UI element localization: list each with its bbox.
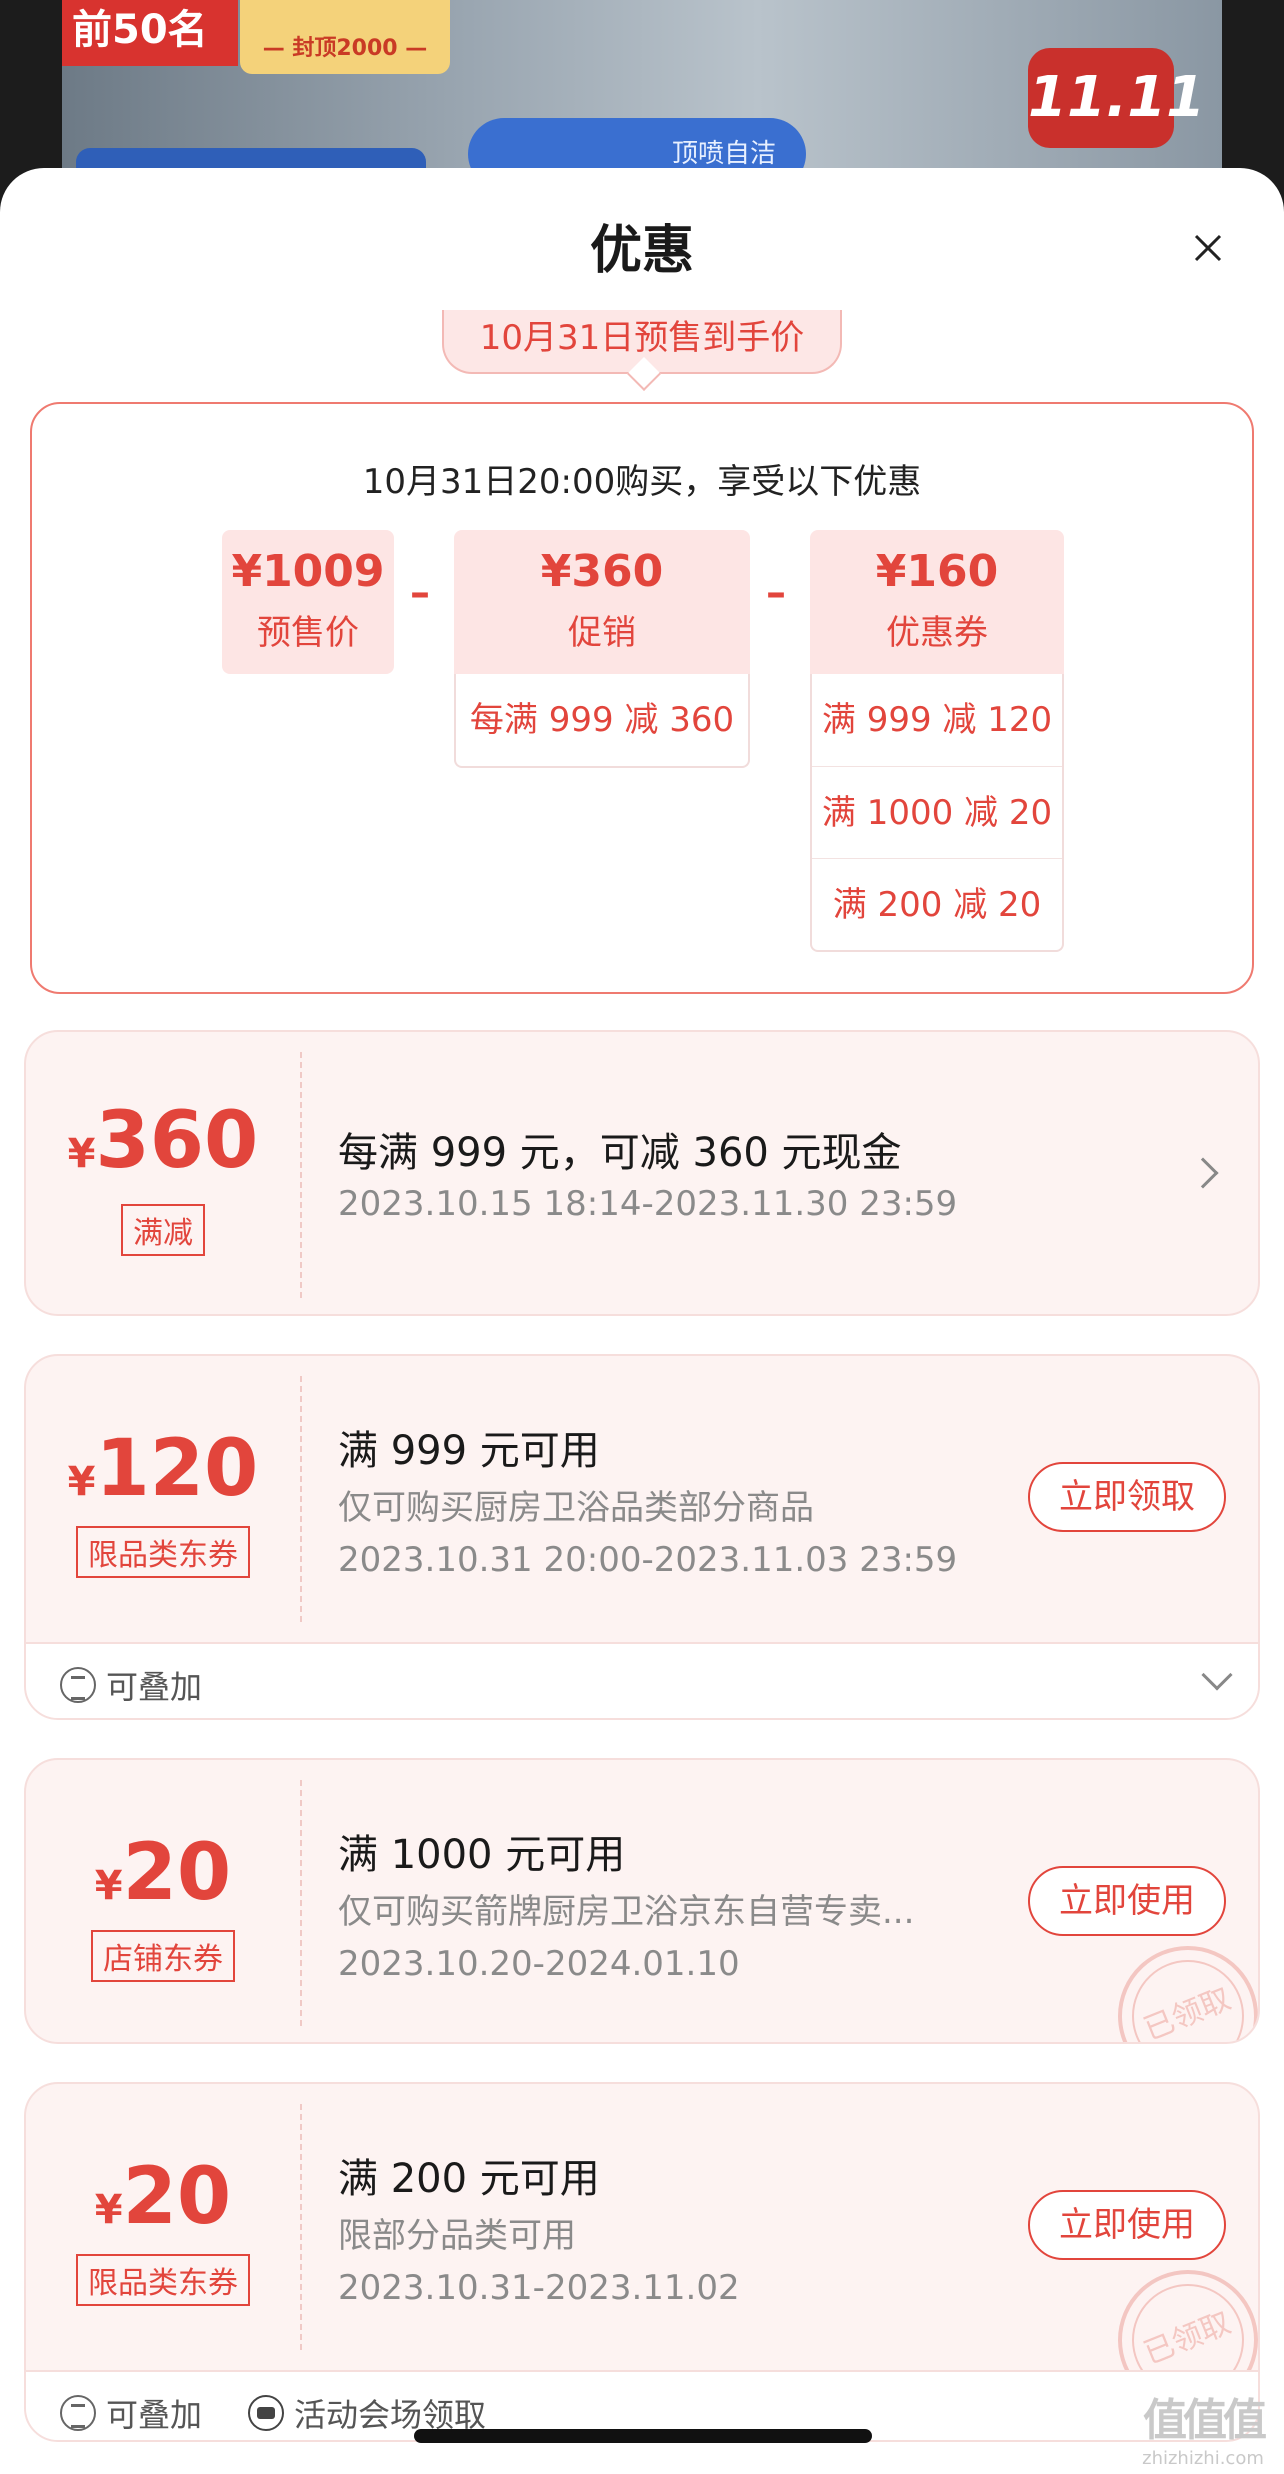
coupon-type-tag: 满减	[121, 1204, 205, 1256]
use-button[interactable]: 立即使用	[1028, 1866, 1226, 1936]
presale-coupon-chip: ¥160 优惠券	[810, 530, 1064, 674]
coupon-rule: 满 999 减 120	[821, 700, 1053, 740]
coupon-card: ¥20 限品类东券 满 200 元可用 限部分品类可用 2023.10.31-2…	[24, 2082, 1260, 2442]
claim-button[interactable]: 立即领取	[1028, 1462, 1226, 1532]
claimed-stamp: 已领取	[1096, 1924, 1258, 2042]
coupon-amount: ¥20	[26, 1828, 300, 1918]
presale-promo-label: 促销	[568, 613, 636, 653]
coupon-rule: 满 1000 减 20	[812, 766, 1062, 858]
presale-base-amount: ¥1009	[231, 546, 385, 597]
presale-promo-chip: ¥360 促销	[454, 530, 750, 674]
coupon-divider	[300, 1052, 302, 1298]
coupon-type-tag: 限品类东券	[76, 1526, 250, 1578]
coupon-scope: 仅可购买箭牌厨房卫浴京东自营专卖...	[338, 1892, 915, 1932]
coupon-divider	[300, 2104, 302, 2350]
presale-promo-amount: ¥360	[540, 546, 664, 597]
coupon-title: 满 200 元可用	[338, 2156, 600, 2202]
coupon-card: ¥120 限品类东券 满 999 元可用 仅可购买厨房卫浴品类部分商品 2023…	[24, 1354, 1260, 1720]
stackable-label: 可叠加	[60, 1662, 202, 1708]
coupon-scope: 仅可购买厨房卫浴品类部分商品	[338, 1488, 814, 1528]
presale-price-breakdown: 10月31日20:00购买，享受以下优惠 ¥1009 预售价 – ¥360 促销…	[30, 402, 1254, 994]
stackable-text: 可叠加	[106, 2396, 203, 2434]
currency-symbol: ¥	[67, 1459, 96, 1505]
coupon-footer: 可叠加	[26, 1642, 1258, 1718]
coupon-amount: ¥120	[26, 1424, 300, 1514]
coupon-card: ¥20 店铺东券 满 1000 元可用 仅可购买箭牌厨房卫浴京东自营专卖... …	[24, 1758, 1260, 2044]
home-indicator[interactable]	[414, 2429, 872, 2443]
coupon-type-tag: 店铺东券	[91, 1930, 235, 1982]
coupon-value: 120	[95, 1424, 259, 1514]
coupon-divider	[300, 1376, 302, 1622]
rank-tag: 前50名	[62, 0, 238, 66]
coupon-rule: 满 200 减 20	[812, 858, 1062, 950]
coupon-validity: 2023.10.15 18:14-2023.11.30 23:59	[338, 1184, 958, 1224]
coupon-validity: 2023.10.31-2023.11.02	[338, 2268, 740, 2308]
coupon-validity: 2023.10.20-2024.01.10	[338, 1944, 740, 1984]
minus-operator: –	[410, 570, 430, 616]
ticket-icon	[248, 2395, 284, 2431]
site-watermark: 值值值 zhizhizhi.com	[1128, 2384, 1278, 2469]
coupon-scope: 限部分品类可用	[338, 2216, 576, 2256]
coupon-value: 360	[95, 1096, 259, 1186]
coupon-value: 20	[122, 2152, 232, 2242]
promo-rule: 每满 999 减 360	[469, 700, 735, 740]
close-icon[interactable]	[1188, 228, 1228, 268]
coupon-amount: ¥20	[26, 2152, 300, 2242]
coupon-rule-list: 满 999 减 120 满 1000 减 20 满 200 减 20	[810, 674, 1064, 952]
coupon-divider	[300, 1780, 302, 2026]
currency-symbol: ¥	[67, 1131, 96, 1177]
minus-operator: –	[766, 570, 786, 616]
discount-sheet: 优惠 10月31日20:00购买，享受以下优惠 ¥1009 预售价 – ¥360…	[0, 168, 1284, 2474]
coupon-title: 满 1000 元可用	[338, 1832, 626, 1878]
watermark-logo: 值值值	[1143, 2395, 1267, 2446]
stack-icon	[60, 1667, 96, 1703]
event-badge: 11.11	[1028, 48, 1205, 148]
coupon-card[interactable]: ¥360 满减 每满 999 元，可减 360 元现金 2023.10.15 1…	[24, 1030, 1260, 1316]
currency-symbol: ¥	[94, 2187, 123, 2233]
presale-base-chip: ¥1009 预售价	[222, 530, 394, 674]
sheet-title: 优惠	[589, 221, 694, 281]
presale-headline: 10月31日20:00购买，享受以下优惠	[362, 462, 922, 502]
presale-coupon-label: 优惠券	[886, 613, 988, 653]
presale-date-tab: 10月31日预售到手价	[442, 310, 842, 374]
presale-base-label: 预售价	[257, 613, 359, 653]
stackable-text: 可叠加	[106, 1668, 203, 1706]
watermark-text: zhizhizhi.com	[1142, 2448, 1264, 2469]
promo-rule-list: 每满 999 减 360	[454, 674, 750, 768]
chevron-down-icon[interactable]	[1201, 1659, 1233, 1691]
presale-coupon-amount: ¥160	[875, 546, 999, 597]
coupon-amount: ¥360	[26, 1096, 300, 1186]
stack-icon	[60, 2395, 96, 2431]
cap-tag: — 封顶2000 —	[240, 0, 450, 74]
coupon-type-tag: 限品类东券	[76, 2254, 250, 2306]
coupon-title: 每满 999 元，可减 360 元现金	[338, 1130, 902, 1176]
coupon-value: 20	[122, 1828, 232, 1918]
use-button[interactable]: 立即使用	[1028, 2190, 1226, 2260]
currency-symbol: ¥	[94, 1863, 123, 1909]
chevron-right-icon[interactable]	[1187, 1157, 1219, 1189]
stackable-label: 可叠加	[60, 2390, 202, 2436]
coupon-validity: 2023.10.31 20:00-2023.11.03 23:59	[338, 1540, 958, 1580]
coupon-title: 满 999 元可用	[338, 1428, 600, 1474]
